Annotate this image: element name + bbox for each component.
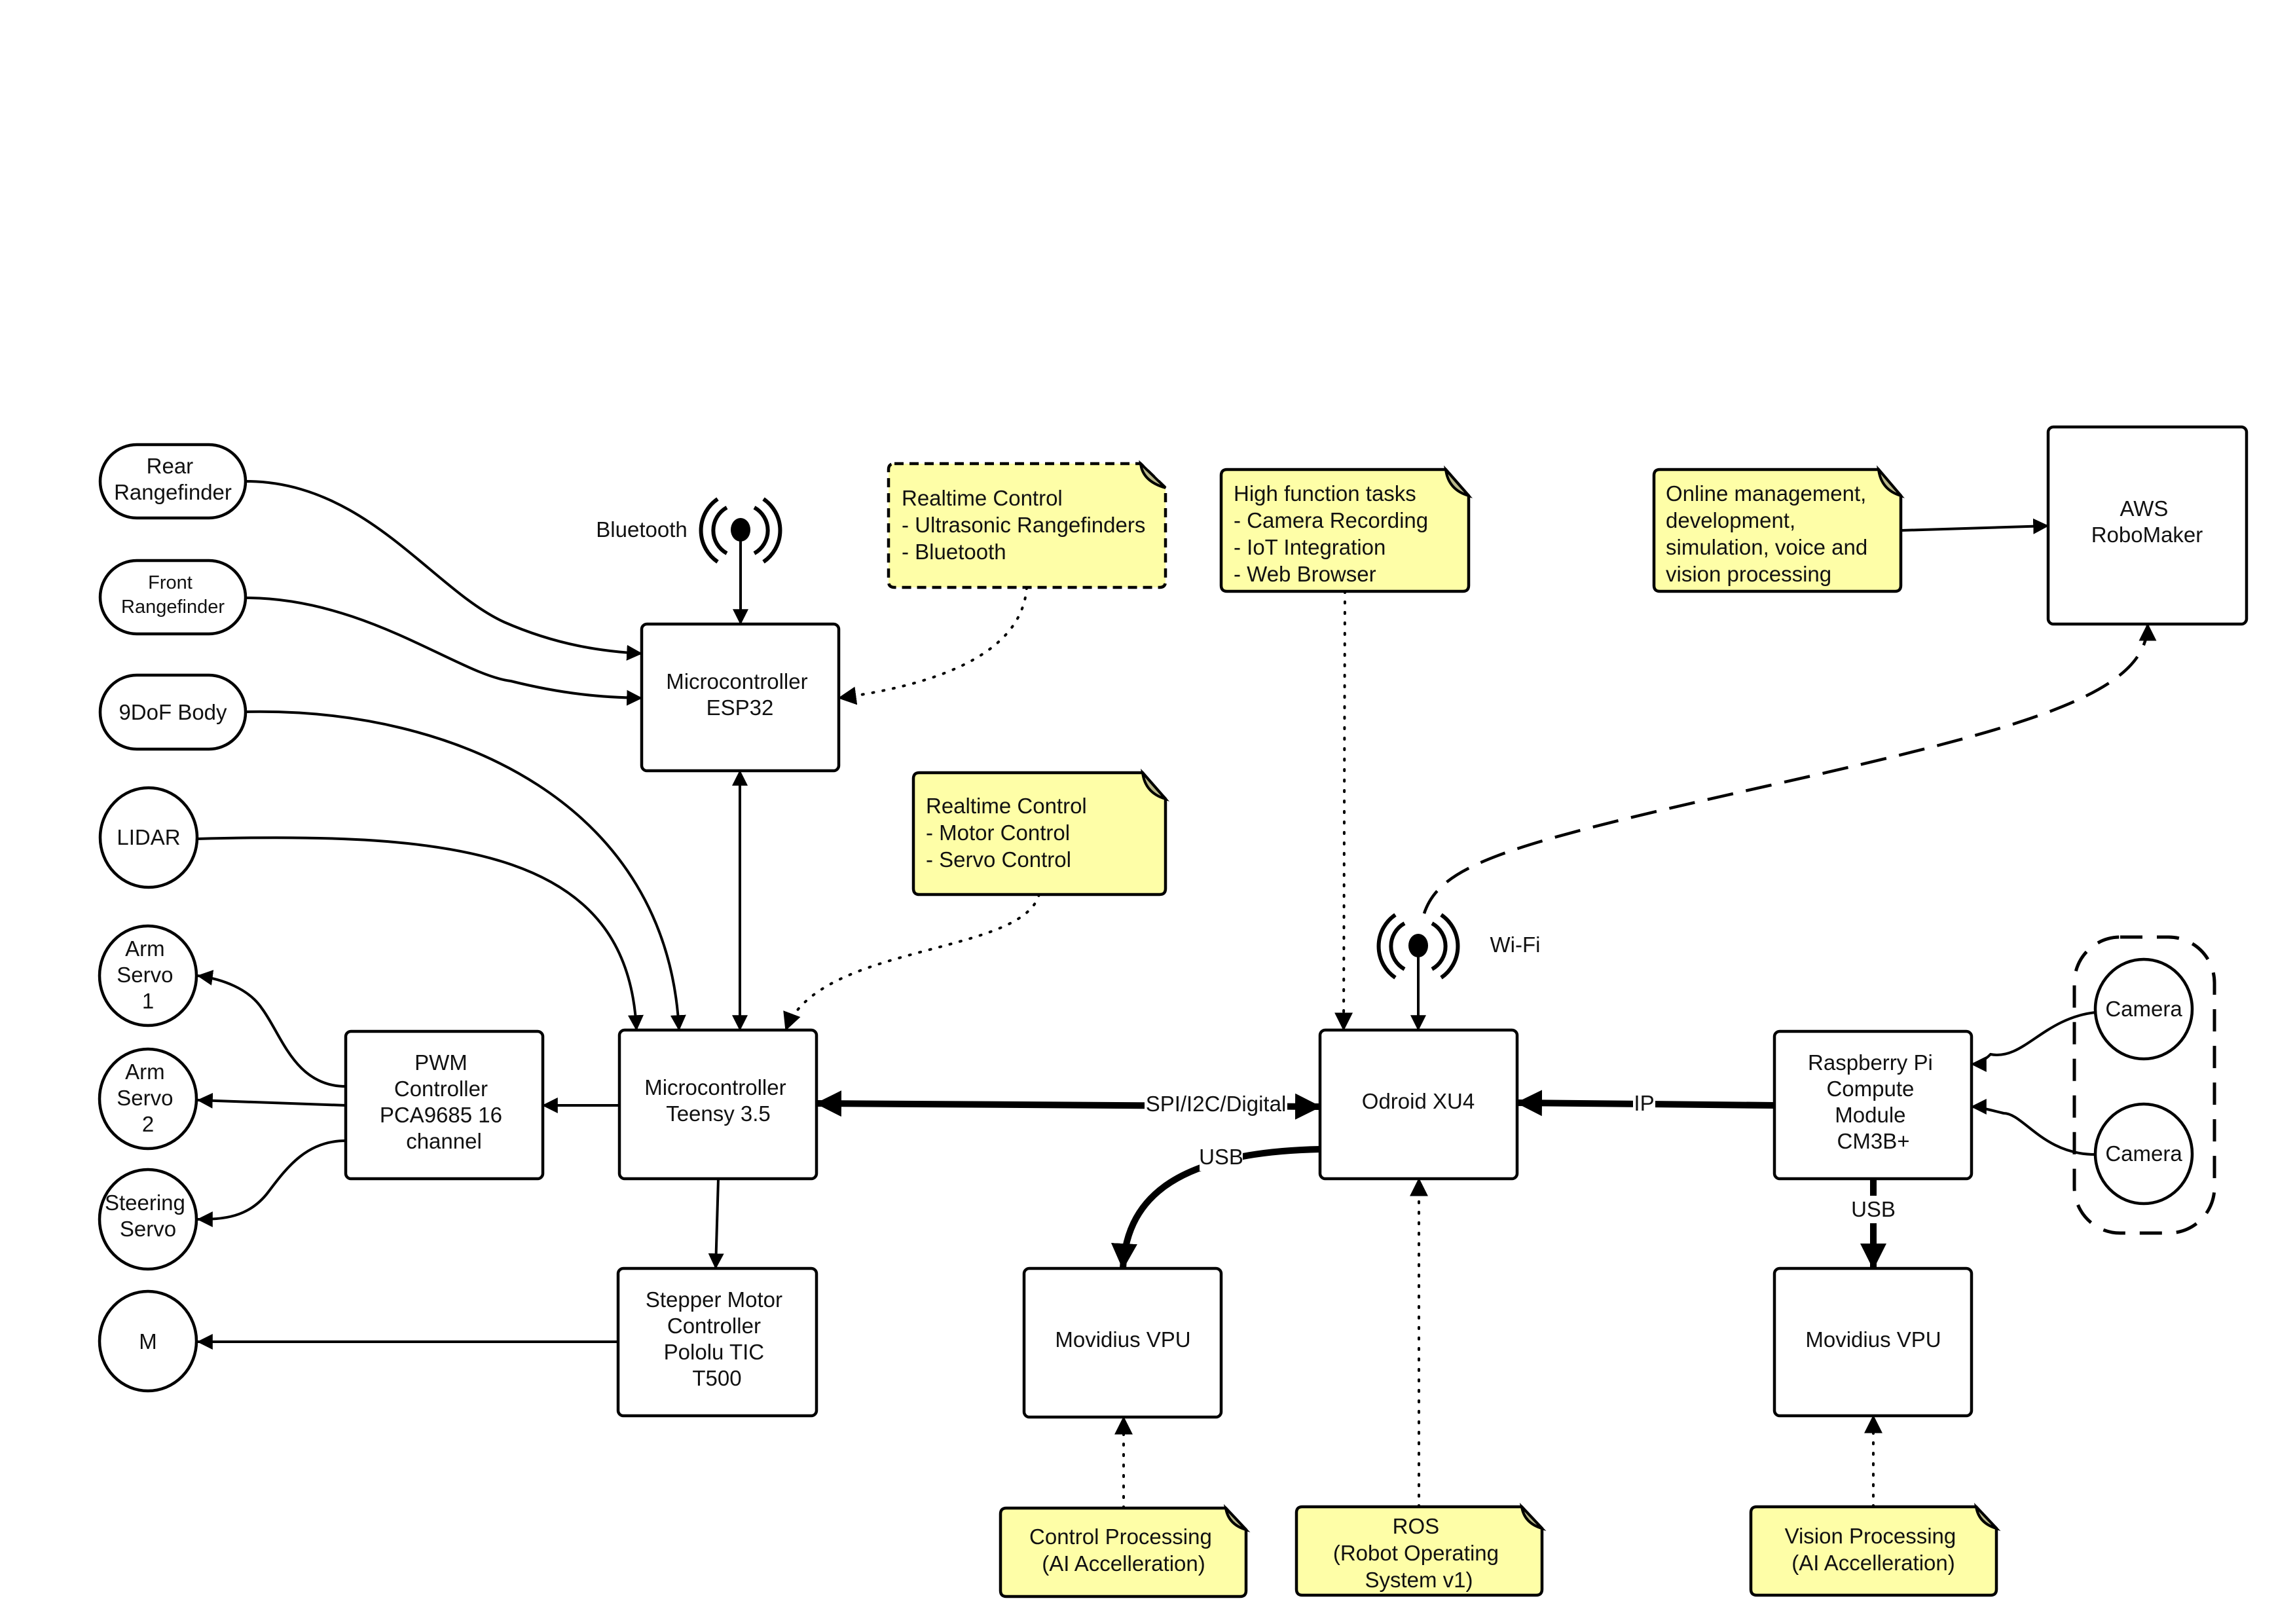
edge-note-realtime-sensors-to-esp32 xyxy=(837,586,1028,705)
node-arm-servo-2[interactable]: Arm Servo 2 xyxy=(98,1047,198,1151)
node-stepper-controller[interactable]: Stepper Motor Controller Pololu TIC T500 xyxy=(616,1266,818,1418)
node-label: LIDAR xyxy=(117,825,180,849)
edge-wifi-to-aws xyxy=(1422,623,2157,914)
edge-label-usb-odroid: USB xyxy=(1199,1145,1243,1169)
note-high-function[interactable]: High function tasks - Camera Recording -… xyxy=(1219,465,1473,593)
edge-label-spi: SPI/I2C/Digital xyxy=(1146,1092,1287,1116)
system-architecture-diagram: SPI/I2C/Digital USB IP USB Rear Rangefin… xyxy=(98,425,2249,1598)
node-raspberry-pi[interactable]: Raspberry Pi Compute Module CM3B+ xyxy=(1772,1029,1974,1181)
node-front-rangefinder[interactable]: Front Rangefinder xyxy=(98,559,248,636)
wifi-label: Wi-Fi xyxy=(1490,932,1541,957)
node-movidius-1[interactable]: Movidius VPU xyxy=(1022,1266,1223,1419)
node-motor[interactable]: M xyxy=(98,1289,198,1393)
node-label: Camera xyxy=(2105,1141,2182,1166)
edge-9dof-to-teensy xyxy=(245,710,686,1031)
edge-lidar-to-teensy xyxy=(196,836,644,1031)
wifi-antenna[interactable]: Wi-Fi xyxy=(1376,913,1541,980)
note-text: Realtime Control - Motor Control - Servo… xyxy=(926,794,1093,872)
edge-label-usb-rpi: USB xyxy=(1851,1197,1896,1221)
node-movidius-2[interactable]: Movidius VPU xyxy=(1772,1266,1974,1418)
node-label: Odroid XU4 xyxy=(1362,1089,1475,1113)
edge-high-function-note-to-odroid xyxy=(1334,590,1353,1031)
node-teensy[interactable]: Microcontroller Teensy 3.5 xyxy=(617,1028,818,1181)
node-label: Movidius VPU xyxy=(1805,1327,1941,1352)
node-label: M xyxy=(139,1329,157,1354)
node-9dof-body[interactable]: 9DoF Body xyxy=(98,673,248,751)
note-realtime-motor[interactable]: Realtime Control - Motor Control - Servo… xyxy=(911,768,1170,896)
edge-rear-rangefinder-to-esp32 xyxy=(245,480,643,661)
note-online[interactable]: Online management, development, simulati… xyxy=(1652,465,1905,593)
edge-pwm-to-arm-servo-2 xyxy=(196,1092,346,1109)
node-rear-rangefinder[interactable]: Rear Rangefinder xyxy=(98,443,248,520)
edge-teensy-to-stepper xyxy=(708,1178,724,1270)
bluetooth-label: Bluetooth xyxy=(596,517,687,542)
node-label: Movidius VPU xyxy=(1055,1327,1190,1352)
node-label: 9DoF Body xyxy=(119,700,227,724)
node-aws-robomaker[interactable]: AWS RoboMaker xyxy=(2046,425,2249,626)
node-lidar[interactable]: LIDAR xyxy=(98,786,199,889)
note-vision-processing[interactable]: Vision Processing (AI Accelleration) xyxy=(1749,1502,2001,1597)
node-label: Camera xyxy=(2105,997,2182,1021)
node-steering-servo[interactable]: Steering Servo xyxy=(98,1168,198,1271)
note-realtime-sensors[interactable]: Realtime Control - Ultrasonic Rangefinde… xyxy=(887,460,1167,589)
edge-pwm-to-arm-servo-1 xyxy=(196,970,346,1088)
bluetooth-antenna[interactable]: Bluetooth xyxy=(596,497,782,564)
edge-note-realtime-motor-to-teensy xyxy=(783,893,1040,1031)
node-arm-servo-1[interactable]: Arm Servo 1 xyxy=(98,924,198,1027)
note-control-processing[interactable]: Control Processing (AI Accelleration) xyxy=(999,1504,1251,1598)
edge-camera-1-to-rpi xyxy=(1970,1011,2096,1072)
edge-label-ip: IP xyxy=(1634,1091,1654,1115)
note-ros[interactable]: ROS (Robot Operating System v1) xyxy=(1294,1502,1547,1597)
nodes: Rear Rangefinder Front Rangefinder 9DoF … xyxy=(98,425,2249,1419)
node-pwm-controller[interactable]: PWM Controller PCA9685 16 channel xyxy=(344,1029,545,1181)
edge-front-rangefinder-to-esp32 xyxy=(245,597,643,706)
edge-online-note-to-aws xyxy=(1900,518,2049,534)
edge-camera-2-to-rpi xyxy=(1970,1099,2096,1156)
node-esp32[interactable]: Microcontroller ESP32 xyxy=(640,622,841,773)
edge-pwm-to-steering-servo xyxy=(196,1139,346,1227)
node-camera-1[interactable]: Camera xyxy=(2093,957,2194,1061)
node-odroid[interactable]: Odroid XU4 xyxy=(1318,1028,1519,1181)
node-camera-2[interactable]: Camera xyxy=(2093,1102,2194,1206)
